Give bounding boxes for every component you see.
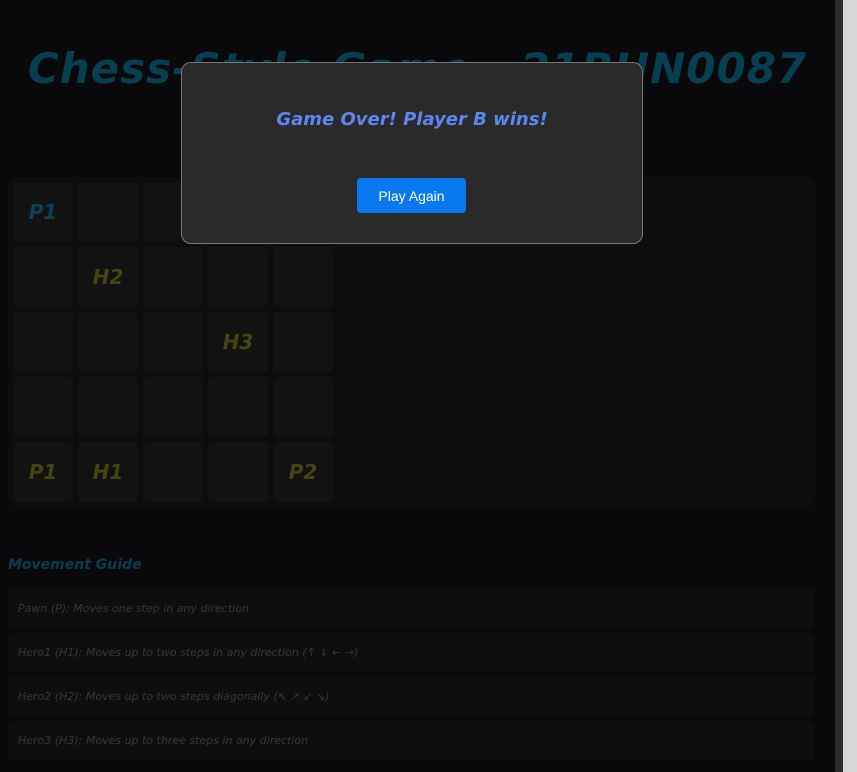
game-over-modal: Game Over! Player B wins! Play Again <box>181 62 643 244</box>
vertical-scrollbar[interactable] <box>835 0 857 772</box>
game-page: Chess-Style Game - 21BHN0087 P1H2H3P1H1P… <box>0 0 835 772</box>
game-over-message: Game Over! Player B wins! <box>276 109 548 130</box>
play-again-button[interactable]: Play Again <box>357 178 466 213</box>
scrollbar-thumb[interactable] <box>843 0 857 772</box>
